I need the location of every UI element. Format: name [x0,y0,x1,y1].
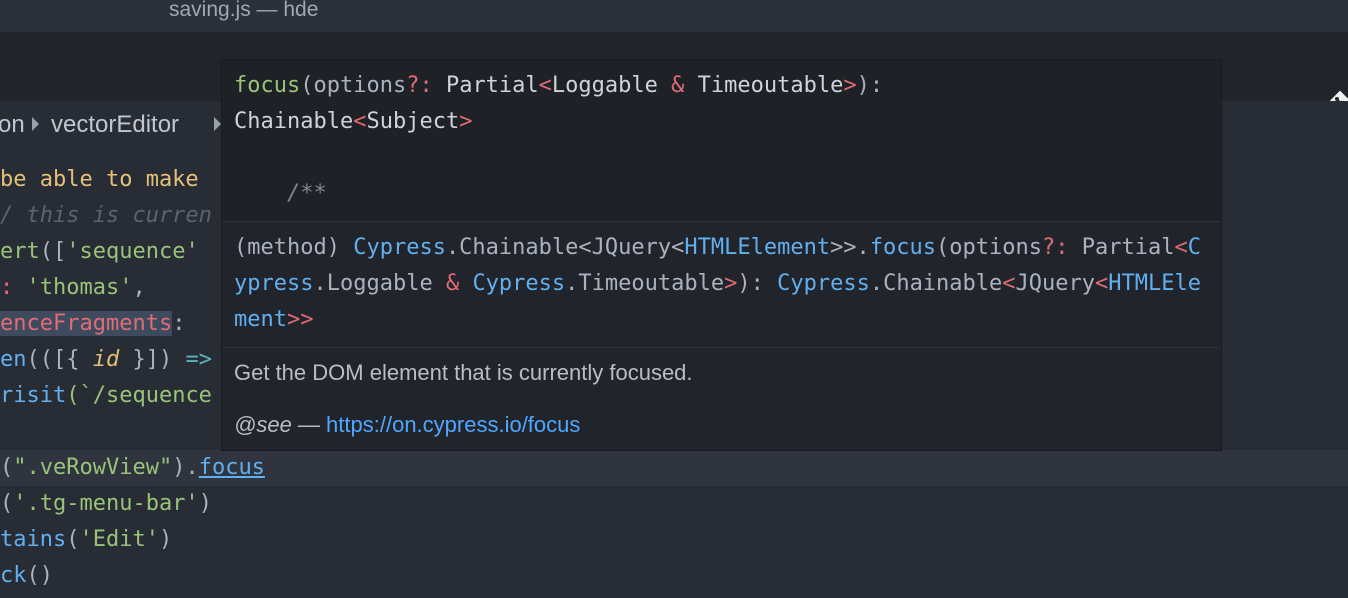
focus-link[interactable]: focus [199,455,265,480]
docs-link[interactable]: https://on.cypress.io/focus [326,412,580,437]
title-bar: saving.js — hde [0,0,1348,32]
tooltip-see-also: @see — https://on.cypress.io/focus [234,412,581,437]
tooltip-type-detail: (method) Cypress.Chainable<JQuery<HTMLEl… [222,221,1221,347]
code-line[interactable]: ert(['sequence' [0,234,199,270]
code-line[interactable]: ck() [0,558,53,594]
code-line[interactable]: be able to make [0,162,199,198]
window-title: saving.js — hde [169,0,319,21]
breadcrumb-separator-icon [32,117,39,131]
breadcrumb-separator-icon [214,117,221,131]
code-line[interactable]: risit(`/sequence [0,378,212,414]
code-line[interactable]: ('.tg-menu-bar') [0,486,212,522]
code-line[interactable]: enceFragments: [0,306,185,342]
code-line[interactable]: : 'thomas', [0,270,146,306]
breadcrumb-item[interactable]: on [0,111,25,139]
tooltip-documentation: Get the DOM element that is currently fo… [222,347,1221,450]
code-line[interactable]: / this is curren [0,198,212,234]
breadcrumb-item[interactable]: vectorEditor [51,111,179,139]
code-line[interactable]: en(([{ id }]) => [0,342,212,378]
code-line[interactable]: (".veRowView").focus [0,450,265,486]
tooltip-signature: focus(options?: Partial<Loggable & Timeo… [222,60,1221,221]
hover-tooltip[interactable]: focus(options?: Partial<Loggable & Timeo… [221,59,1222,451]
tooltip-description: Get the DOM element that is currently fo… [234,360,693,385]
code-line[interactable]: tains('Edit') [0,522,172,558]
